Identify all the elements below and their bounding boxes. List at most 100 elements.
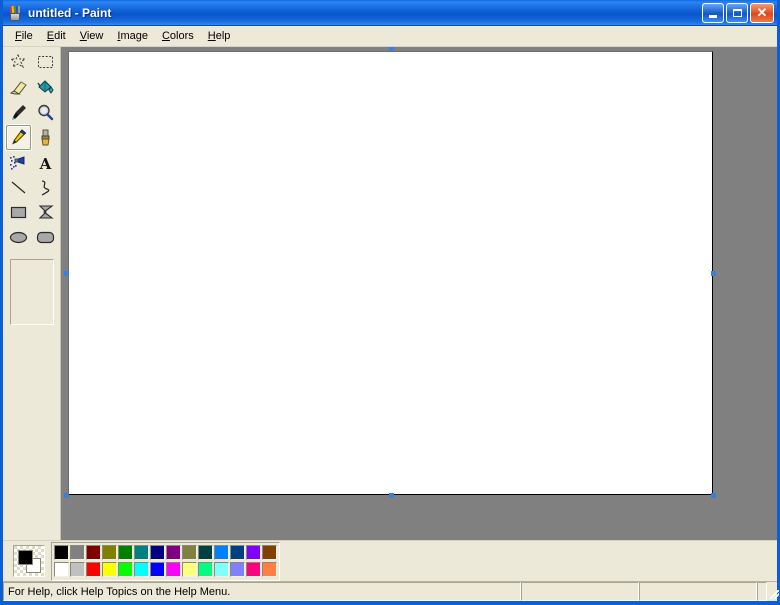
palette-swatch[interactable] — [198, 544, 213, 560]
canvas-handle-middle-right[interactable] — [711, 271, 716, 276]
menu-item-help[interactable]: Help — [201, 28, 238, 44]
palette-swatch[interactable] — [246, 544, 261, 560]
palette-swatch[interactable] — [246, 561, 261, 577]
palette-swatch[interactable] — [214, 561, 229, 577]
palette-swatch[interactable] — [230, 544, 245, 560]
tool-box: A — [3, 47, 60, 540]
rectangular-select-icon — [37, 56, 53, 68]
menu-item-edit[interactable]: Edit — [40, 28, 73, 44]
tool-curve[interactable] — [33, 175, 58, 200]
pencil-icon — [11, 129, 26, 145]
maximize-button[interactable] — [726, 3, 748, 23]
palette-swatch[interactable] — [166, 544, 181, 560]
line-icon — [11, 181, 25, 194]
tool-eraser[interactable] — [6, 75, 31, 100]
palette-swatch[interactable] — [262, 544, 277, 560]
curve-icon — [41, 179, 49, 196]
resize-grip[interactable] — [767, 582, 780, 601]
palette-swatch[interactable] — [102, 544, 117, 560]
paint-brushes-icon — [7, 5, 23, 21]
palette-swatch[interactable] — [70, 561, 85, 577]
tool-fill-with-color[interactable] — [33, 75, 58, 100]
palette-swatch[interactable] — [118, 561, 133, 577]
tool-brush[interactable] — [33, 125, 58, 150]
tool-pick-color[interactable] — [6, 100, 31, 125]
tool-free-form-select[interactable] — [6, 50, 31, 75]
maximize-icon — [732, 9, 742, 17]
palette-swatch[interactable] — [182, 561, 197, 577]
menu-item-image[interactable]: Image — [110, 28, 155, 44]
status-bar: For Help, click Help Topics on the Help … — [3, 581, 780, 601]
palette-swatch[interactable] — [214, 544, 229, 560]
menu-bar: File Edit View Image Colors Help — [3, 26, 777, 47]
status-message: For Help, click Help Topics on the Help … — [3, 582, 521, 601]
free-form-select-icon — [9, 54, 26, 69]
tool-options-panel[interactable] — [9, 259, 54, 325]
rectangle-icon — [10, 206, 26, 219]
palette-swatch[interactable] — [262, 561, 277, 577]
foreground-color-swatch[interactable] — [18, 550, 33, 565]
window-title: untitled - Paint — [28, 6, 112, 20]
palette-swatch[interactable] — [150, 544, 165, 560]
canvas-handle-bottom-middle[interactable] — [389, 493, 394, 498]
palette-swatch[interactable] — [54, 544, 69, 560]
canvas-handle-middle-left[interactable] — [64, 271, 69, 276]
status-pane-3 — [639, 582, 757, 601]
canvas-handle-bottom-left[interactable] — [64, 493, 69, 498]
palette-swatch[interactable] — [150, 561, 165, 577]
tool-airbrush[interactable] — [6, 150, 31, 175]
status-pane-4 — [757, 582, 767, 601]
close-button[interactable]: ✕ — [750, 3, 774, 23]
tool-magnifier[interactable] — [33, 100, 58, 125]
polygon-icon — [38, 205, 54, 219]
canvas-container — [64, 47, 716, 498]
title-bar[interactable]: untitled - Paint ✕ — [3, 0, 777, 26]
palette-swatch[interactable] — [198, 561, 213, 577]
canvas-handle-top-middle[interactable] — [389, 47, 394, 52]
rounded-rectangle-icon — [36, 231, 54, 244]
text-a-icon: A — [38, 155, 51, 171]
tool-select[interactable] — [33, 50, 58, 75]
palette-swatch[interactable] — [134, 544, 149, 560]
svg-text:A: A — [38, 155, 51, 171]
drawing-canvas[interactable] — [68, 51, 713, 495]
paint-bucket-icon — [36, 80, 54, 94]
airbrush-icon — [9, 156, 24, 170]
tool-text[interactable]: A — [33, 150, 58, 175]
ellipse-icon — [9, 231, 27, 244]
canvas-workspace[interactable] — [60, 47, 777, 540]
tool-rounded-rectangle[interactable] — [33, 225, 58, 250]
color-palette-bar — [3, 540, 777, 581]
menu-item-colors[interactable]: Colors — [155, 28, 201, 44]
canvas-handle-bottom-right[interactable] — [711, 493, 716, 498]
palette-swatch[interactable] — [102, 561, 117, 577]
tool-ellipse[interactable] — [6, 225, 31, 250]
palette-swatch[interactable] — [182, 544, 197, 560]
active-colors-indicator[interactable] — [13, 545, 45, 577]
minimize-button[interactable] — [702, 3, 724, 23]
palette-swatch[interactable] — [166, 561, 181, 577]
menu-item-file[interactable]: File — [8, 28, 40, 44]
window-controls: ✕ — [702, 3, 775, 23]
window-body: A — [3, 47, 777, 540]
eyedropper-icon — [11, 105, 26, 120]
tool-rectangle[interactable] — [6, 200, 31, 225]
palette-swatch[interactable] — [54, 561, 69, 577]
paint-window: untitled - Paint ✕ File Edit View Image … — [0, 0, 780, 605]
palette-swatch[interactable] — [134, 561, 149, 577]
palette-swatch[interactable] — [86, 544, 101, 560]
magnifier-icon — [37, 104, 53, 121]
tool-line[interactable] — [6, 175, 31, 200]
tool-polygon[interactable] — [33, 200, 58, 225]
palette-swatch[interactable] — [86, 561, 101, 577]
menu-item-view[interactable]: View — [73, 28, 111, 44]
close-icon: ✕ — [756, 5, 768, 20]
minimize-icon — [709, 15, 717, 18]
tool-pencil[interactable] — [5, 125, 31, 150]
palette-swatch[interactable] — [230, 561, 245, 577]
tool-grid: A — [5, 50, 58, 250]
palette-swatch[interactable] — [118, 544, 133, 560]
palette-swatch[interactable] — [70, 544, 85, 560]
color-palette — [51, 541, 280, 581]
brush-icon — [40, 129, 50, 146]
